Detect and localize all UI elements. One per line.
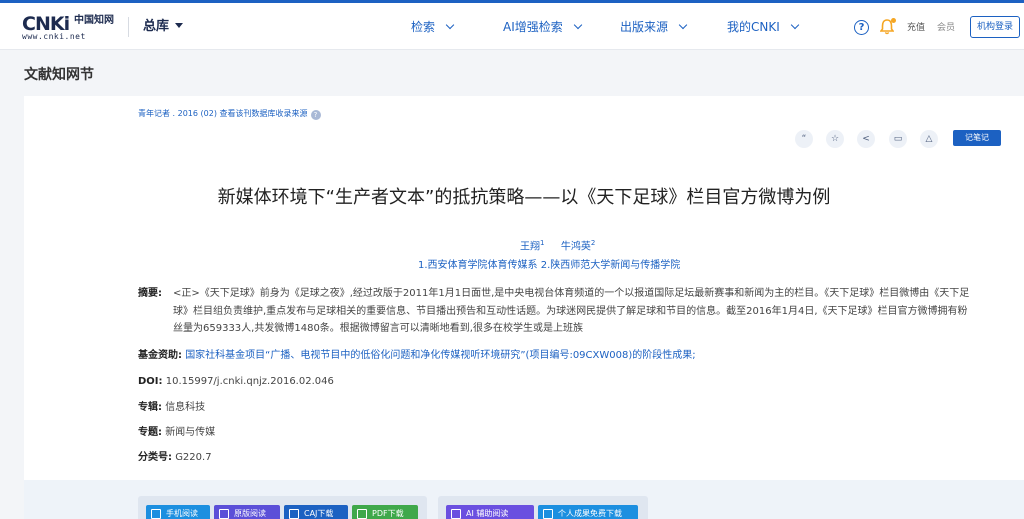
phone-icon	[151, 509, 161, 519]
doi-value: 10.15997/j.cnki.qnjz.2016.02.046	[165, 376, 334, 387]
book-icon	[219, 509, 229, 519]
abstract-label: 摘要:	[138, 288, 162, 299]
logo-chinese-name: 中国知网	[74, 15, 114, 26]
ai-download-group: AI 辅助阅读 个人成果免费下载	[438, 496, 648, 519]
top-header: CNKi 中国知网 www.cnki.net 总库 检索 AI增强检索 出版来源…	[0, 3, 1024, 50]
author-sup: 1	[540, 239, 545, 247]
help-icon[interactable]: ?	[854, 20, 869, 35]
author-link[interactable]: 牛鸿英	[561, 241, 591, 252]
nav-search[interactable]: 检索	[411, 19, 455, 35]
nav-my-cnki-label: 我的CNKI	[727, 20, 780, 34]
topic-row: 专题: 新闻与传媒	[138, 426, 215, 440]
logo-url: www.cnki.net	[22, 32, 86, 41]
classification-row: 分类号: G220.7	[138, 451, 212, 465]
library-dropdown[interactable]: 总库	[143, 19, 184, 35]
author-list: 王翔1 牛鸿英2	[520, 236, 595, 254]
download-group: 手机阅读 原版阅读 CAJ下载 PDF下载	[138, 496, 427, 519]
topic-value: 新闻与传媒	[165, 427, 216, 438]
original-read-button[interactable]: 原版阅读	[214, 505, 280, 519]
header-divider	[128, 17, 129, 37]
classification-label: 分类号:	[138, 452, 172, 463]
nav-publication-source-label: 出版来源	[620, 20, 669, 34]
library-label: 总库	[143, 19, 170, 34]
abstract-line: 丝量为659333人,共发微博1480条。根据微博留言可以清晰地看到,很多在校学…	[173, 323, 583, 334]
chevron-down-icon	[678, 20, 688, 30]
chevron-down-icon	[445, 20, 455, 30]
fund-label: 基金资助:	[138, 350, 182, 361]
source-line[interactable]: 青年记者 . 2016 (02) 查看该刊数据库收录来源?	[138, 108, 321, 120]
author-link[interactable]: 王翔	[520, 241, 540, 252]
nav-publication-source[interactable]: 出版来源	[620, 19, 688, 35]
affiliations[interactable]: 1.西安体育学院体育传媒系 2.陕西师范大学新闻与传播学院	[418, 259, 680, 273]
topic-label: 专题:	[138, 427, 162, 438]
cnki-logo[interactable]: CNKi 中国知网 www.cnki.net	[22, 13, 118, 41]
article-title: 新媒体环境下“生产者文本”的抵抗策略——以《天下足球》栏目官方微博为例	[217, 187, 831, 208]
series-row: 专辑: 信息科技	[138, 401, 205, 415]
notification-dot	[891, 18, 896, 23]
abstract-line: <正>《天下足球》前身为《足球之夜》,经过改版于2011年1月1日面世,是中央电…	[173, 288, 970, 299]
fund-value-link[interactable]: 国家社科基金项目“广播、电视节目中的低俗化问题和净化传媒视听环境研究”(项目编号…	[185, 350, 695, 361]
member-link[interactable]: 会员	[937, 22, 955, 34]
print-icon[interactable]: ▭	[889, 130, 907, 148]
download-icon	[543, 509, 553, 519]
caj-download-button[interactable]: CAJ下载	[284, 505, 348, 519]
nav-search-label: 检索	[411, 20, 436, 34]
fund-row: 基金资助: 国家社科基金项目“广播、电视节目中的低俗化问题和净化传媒视听环境研究…	[138, 349, 696, 363]
mobile-read-label: 手机阅读	[166, 509, 198, 518]
series-label: 专辑:	[138, 402, 162, 413]
take-note-button[interactable]: 记笔记	[953, 130, 1001, 146]
free-personal-download-button[interactable]: 个人成果免费下载	[538, 505, 638, 519]
recharge-link[interactable]: 充值	[907, 22, 925, 34]
pdf-download-label: PDF下载	[372, 509, 404, 518]
mobile-read-button[interactable]: 手机阅读	[146, 505, 210, 519]
source-text[interactable]: 青年记者 . 2016 (02) 查看该刊数据库收录来源	[138, 109, 308, 118]
caret-down-icon	[175, 23, 184, 28]
logo-mark: CNKi	[22, 13, 70, 35]
nav-my-cnki[interactable]: 我的CNKI	[727, 19, 800, 35]
institution-login-button[interactable]: 机构登录	[970, 16, 1020, 38]
book-open-icon	[289, 509, 299, 519]
doi-row: DOI: 10.15997/j.cnki.qnjz.2016.02.046	[138, 375, 334, 389]
quote-icon[interactable]: “	[795, 130, 813, 148]
series-value: 信息科技	[165, 402, 206, 413]
doi-label: DOI:	[138, 376, 163, 387]
abstract-block: 摘要: <正>《天下足球》前身为《足球之夜》,经过改版于2011年1月1日面世,…	[138, 285, 1000, 338]
author-sup: 2	[590, 239, 596, 247]
bell-icon[interactable]: △	[920, 130, 938, 148]
question-icon[interactable]: ?	[310, 110, 321, 120]
ai-assist-read-button[interactable]: AI 辅助阅读	[446, 505, 534, 519]
nav-ai-search[interactable]: AI增强检索	[503, 19, 582, 35]
ai-assist-read-label: AI 辅助阅读	[466, 509, 509, 518]
free-personal-download-label: 个人成果免费下载	[558, 509, 622, 518]
chevron-down-icon	[790, 20, 800, 30]
download-band: 手机阅读 原版阅读 CAJ下载 PDF下载 AI 辅助阅读 个人成果免费下载	[24, 480, 1024, 519]
download-icon	[357, 509, 367, 519]
share-icon[interactable]: <	[857, 130, 875, 148]
abstract-line: 球》栏目组负责维护,重点发布与足球相关的重要信息、节目播出预告和互动性话题。为球…	[173, 305, 968, 317]
page-title: 文献知网节	[24, 67, 94, 83]
chevron-down-icon	[573, 20, 582, 30]
star-icon[interactable]: ☆	[826, 130, 844, 148]
original-read-label: 原版阅读	[234, 509, 266, 518]
note-label: 记笔记	[965, 133, 989, 142]
article-card: 青年记者 . 2016 (02) 查看该刊数据库收录来源? “ ☆ < ▭ △ …	[24, 96, 1024, 519]
nav-ai-search-label: AI增强检索	[503, 20, 563, 34]
classification-value: G220.7	[175, 452, 212, 463]
caj-download-label: CAJ下载	[304, 509, 334, 518]
ai-icon	[451, 509, 461, 519]
pdf-download-button[interactable]: PDF下载	[352, 505, 418, 519]
notification-bell-icon[interactable]	[879, 18, 896, 35]
